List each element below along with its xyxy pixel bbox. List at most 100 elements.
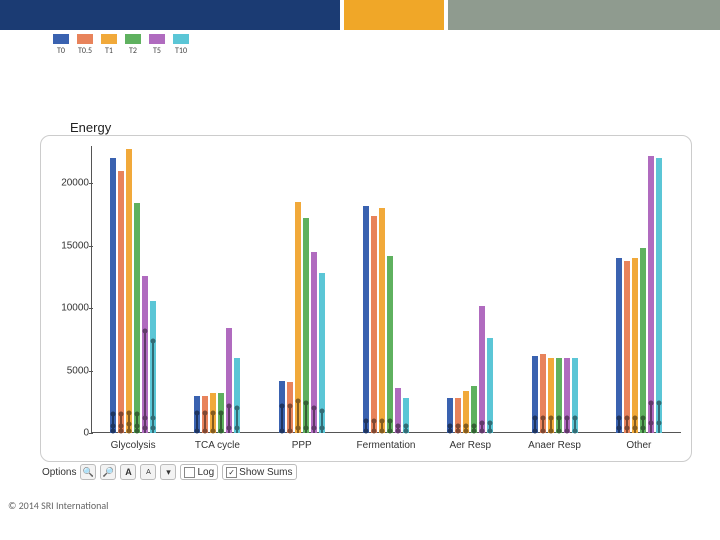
chart-data-point [648,421,653,426]
chart-data-point [287,428,292,433]
y-axis-tick-label: 15000 [61,240,89,251]
chart-data-point [211,428,216,433]
chart-data-point [648,401,653,406]
chart-data-point [319,426,324,431]
font-decrease-button[interactable]: A [140,464,156,480]
chart-data-point [372,428,377,433]
legend-label: T0 [57,46,65,56]
legend-label: T2 [129,46,137,56]
copyright-text: © 2014 SRI International [8,499,108,512]
legend-swatch [53,34,69,44]
font-increase-button[interactable]: A [120,464,136,480]
legend-label: T1 [105,46,113,56]
legend-item: T0.5 [74,34,96,56]
log-scale-toggle[interactable]: Log [180,464,218,480]
legend-swatch [149,34,165,44]
show-sums-label: Show Sums [239,467,292,478]
chart-data-point [456,428,461,433]
chart-bar [134,203,140,433]
chart-data-point [488,428,493,433]
chart-data-point [127,411,132,416]
x-axis-tick-label: Anaer Resp [528,440,581,451]
chart-bar [110,158,116,433]
chart-data-point [235,406,240,411]
chart-data-point [540,428,545,433]
chart-data-point [151,338,156,343]
series-legend: T0T0.5T1T2T5T10 [50,34,192,56]
chart-data-point [532,428,537,433]
checkbox-icon: ✓ [226,467,237,478]
chart-bar [632,258,638,433]
export-menu-button[interactable]: ▾ [160,464,176,480]
chart-options-bar: Options 🔍 🔎 A A ▾ Log ✓ Show Sums [42,464,297,480]
chart-data-point [119,428,124,433]
x-axis-tick-label: PPP [292,440,312,451]
chart-data-point [540,416,545,421]
zoom-out-icon: 🔎 [103,467,114,478]
y-axis-tick-label: 10000 [61,303,89,314]
header-block [0,0,340,30]
zoom-in-button[interactable]: 🔍 [80,464,96,480]
chart-data-point [203,428,208,433]
chart-data-point [372,418,377,423]
chart-data-point [119,412,124,417]
chart-data-point [151,416,156,421]
chart-data-point [219,428,224,433]
legend-item: T0 [50,34,72,56]
chart-data-point [279,403,284,408]
chart-data-point [548,416,553,421]
chart-data-point [404,428,409,433]
legend-item: T10 [170,34,192,56]
chart-data-point [227,426,232,431]
x-axis-tick-label: Fermentation [357,440,416,451]
x-axis-line [91,432,681,433]
show-sums-toggle[interactable]: ✓ Show Sums [222,464,296,480]
chart-data-point [488,421,493,426]
chart-data-point [195,411,200,416]
y-axis-tick-label: 5000 [61,365,89,376]
chart-bar [118,171,124,433]
chart-data-point [364,418,369,423]
chart-bar [126,149,132,434]
chart-data-point [564,428,569,433]
chart-data-point [127,428,132,433]
legend-item: T2 [122,34,144,56]
slide-header [0,0,720,30]
chart-bar [616,258,622,433]
chart-plot-area [91,146,681,433]
chart-data-point [624,426,629,431]
chart-data-point [135,428,140,433]
chart-data-point [572,428,577,433]
options-label: Options [42,467,76,478]
x-axis-tick-label: Other [626,440,651,451]
chart-data-point [632,426,637,431]
chart-data-point [235,426,240,431]
chart-data-point [311,426,316,431]
chart-data-point [616,426,621,431]
x-axis-tick-label: Glycolysis [111,440,156,451]
chart-bar [624,261,630,433]
chart-data-point [640,416,645,421]
chart-bar [487,338,493,433]
chart-data-point [211,411,216,416]
chart-data-point [203,411,208,416]
chart-data-point [319,408,324,413]
zoom-out-button[interactable]: 🔎 [100,464,116,480]
y-axis-tick-label: 0 [61,428,89,439]
chart-data-point [448,428,453,433]
chart-bar [371,216,377,433]
chart-data-point [656,421,661,426]
chart-data-point [472,428,477,433]
chart-title: Energy [70,120,111,135]
legend-label: T10 [175,46,187,56]
chart-data-point [380,428,385,433]
checkbox-icon [184,467,195,478]
chart-data-point [656,401,661,406]
y-tick [89,371,93,372]
log-scale-label: Log [197,467,214,478]
legend-swatch [125,34,141,44]
y-tick [89,246,93,247]
chart-data-point [111,412,116,417]
chart-data-point [311,406,316,411]
chart-data-point [135,412,140,417]
